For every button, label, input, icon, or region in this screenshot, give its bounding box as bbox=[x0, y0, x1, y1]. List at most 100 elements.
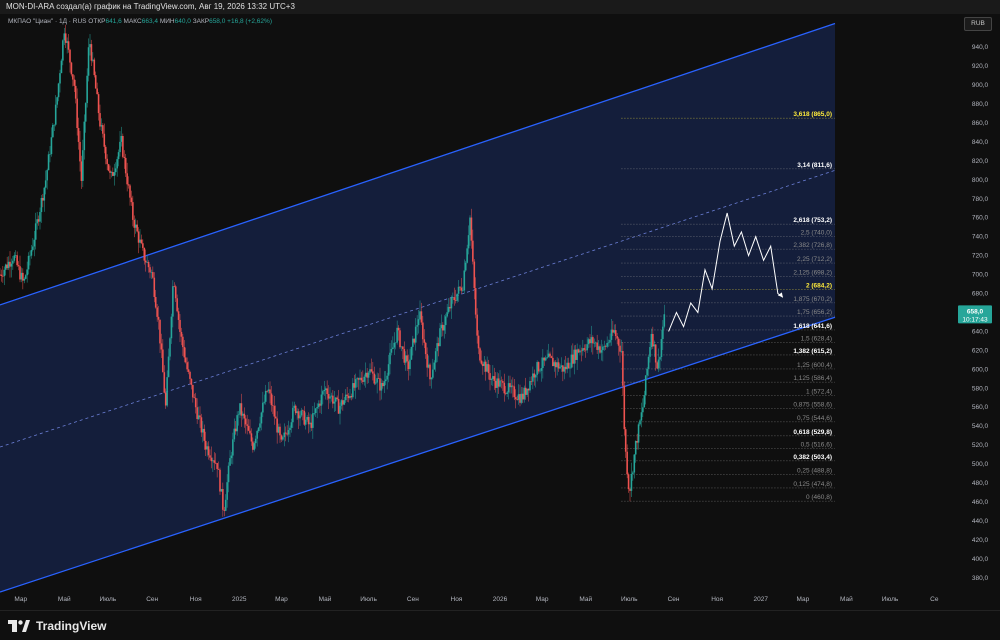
candle-body bbox=[616, 336, 618, 339]
candle-body bbox=[332, 395, 334, 404]
candle-body bbox=[653, 344, 656, 347]
y-tick-label: 880,0 bbox=[972, 101, 989, 108]
candle-body bbox=[57, 83, 60, 98]
tradingview-logo[interactable]: TradingView bbox=[8, 618, 106, 634]
candle-body bbox=[529, 381, 531, 391]
candle-body bbox=[507, 383, 510, 393]
fib-level-label: 1,382 (615,2) bbox=[793, 348, 832, 355]
candle-body bbox=[222, 489, 224, 510]
legend-symbol: МКПАО "Циан" · 1Д · RUS bbox=[8, 18, 87, 25]
candle-body bbox=[659, 357, 661, 360]
candle-body bbox=[283, 432, 286, 438]
candle-body bbox=[462, 290, 464, 292]
fib-level-label: 3,14 (811,6) bbox=[797, 162, 832, 169]
candle-body bbox=[414, 326, 417, 343]
candle-body bbox=[419, 311, 421, 320]
candle-body bbox=[92, 59, 94, 61]
candle-body bbox=[490, 379, 493, 380]
candle-body bbox=[544, 357, 547, 361]
candle-body bbox=[546, 357, 548, 358]
candle-body bbox=[319, 403, 321, 406]
x-tick-label: 2026 bbox=[493, 596, 508, 603]
candle-body bbox=[486, 364, 488, 372]
candle-body bbox=[362, 380, 364, 382]
candle-body bbox=[417, 319, 420, 326]
candle-body bbox=[397, 327, 400, 331]
candle-body bbox=[497, 378, 500, 387]
candle-body bbox=[43, 187, 46, 201]
candle-body bbox=[554, 362, 557, 368]
candle bbox=[399, 327, 401, 349]
fib-level-label: 1,125 (586,4) bbox=[793, 375, 832, 382]
candle-body bbox=[472, 240, 474, 262]
candle-body bbox=[177, 311, 180, 320]
candle-body bbox=[13, 255, 16, 261]
x-tick-label: Сен bbox=[407, 596, 419, 603]
candle-body bbox=[313, 413, 316, 414]
candle-body bbox=[160, 343, 163, 350]
candle-body bbox=[357, 378, 360, 380]
candle-body bbox=[127, 184, 130, 186]
candle-body bbox=[593, 342, 596, 344]
candle-body bbox=[322, 391, 324, 395]
candle-body bbox=[506, 392, 508, 394]
y-tick-label: 700,0 bbox=[972, 272, 989, 279]
candle-body bbox=[646, 368, 648, 376]
candle-body bbox=[617, 338, 620, 346]
y-tick-label: 420,0 bbox=[972, 537, 989, 544]
candle-body bbox=[620, 351, 623, 352]
candle-body bbox=[640, 412, 643, 421]
candle-body bbox=[443, 325, 446, 331]
candle-body bbox=[0, 274, 3, 276]
candle-body bbox=[264, 390, 267, 402]
candle-body bbox=[564, 366, 567, 370]
candle-body bbox=[330, 395, 333, 397]
candle-body bbox=[587, 339, 590, 345]
candle-body bbox=[174, 286, 177, 299]
candle-body bbox=[246, 424, 248, 426]
candle-body bbox=[663, 314, 666, 327]
candle-body bbox=[410, 346, 413, 360]
candle-body bbox=[284, 432, 287, 434]
candle-body bbox=[346, 394, 348, 396]
candle-body bbox=[326, 388, 328, 395]
candle-body bbox=[69, 49, 71, 63]
y-tick-label: 620,0 bbox=[972, 347, 989, 354]
candle-body bbox=[144, 260, 147, 263]
candle-body bbox=[556, 362, 558, 368]
candle-body bbox=[343, 400, 346, 405]
candle-body bbox=[384, 379, 387, 382]
candle-body bbox=[553, 362, 556, 367]
candle-body bbox=[20, 272, 23, 280]
price-chart[interactable]: 0 (460,8) 0,125 (474,8) 0,25 (488,8) 0,382 … bbox=[0, 14, 1000, 610]
candle-body bbox=[647, 356, 650, 369]
candle-body bbox=[79, 141, 81, 162]
candle-body bbox=[613, 330, 616, 333]
candle-body bbox=[193, 397, 196, 399]
x-tick-label: Ноя bbox=[190, 596, 202, 603]
candle-body bbox=[230, 455, 233, 459]
candle-body bbox=[250, 433, 253, 442]
candle-body bbox=[194, 397, 197, 408]
candle-body bbox=[33, 239, 36, 247]
price-tag-timer: 10:17:43 bbox=[962, 316, 988, 323]
candle-body bbox=[469, 217, 471, 236]
currency-button[interactable]: RUB bbox=[964, 17, 992, 31]
candle-body bbox=[614, 330, 617, 337]
fib-level-label: 0,382 (503,4) bbox=[793, 454, 832, 461]
candle-body bbox=[450, 297, 453, 309]
candle-body bbox=[580, 350, 583, 352]
y-tick-label: 760,0 bbox=[972, 215, 989, 222]
candle-body bbox=[137, 231, 140, 243]
y-tick-label: 480,0 bbox=[972, 480, 989, 487]
candle-body bbox=[463, 270, 466, 291]
candle-body bbox=[44, 180, 47, 188]
candle-body bbox=[487, 364, 490, 374]
candle-body bbox=[396, 327, 398, 343]
candle-body bbox=[256, 431, 258, 439]
candle-body bbox=[662, 326, 664, 340]
candle-body bbox=[563, 366, 566, 372]
candle-body bbox=[504, 393, 507, 394]
x-tick-label: Ноя bbox=[451, 596, 463, 603]
candle-body bbox=[627, 474, 630, 490]
